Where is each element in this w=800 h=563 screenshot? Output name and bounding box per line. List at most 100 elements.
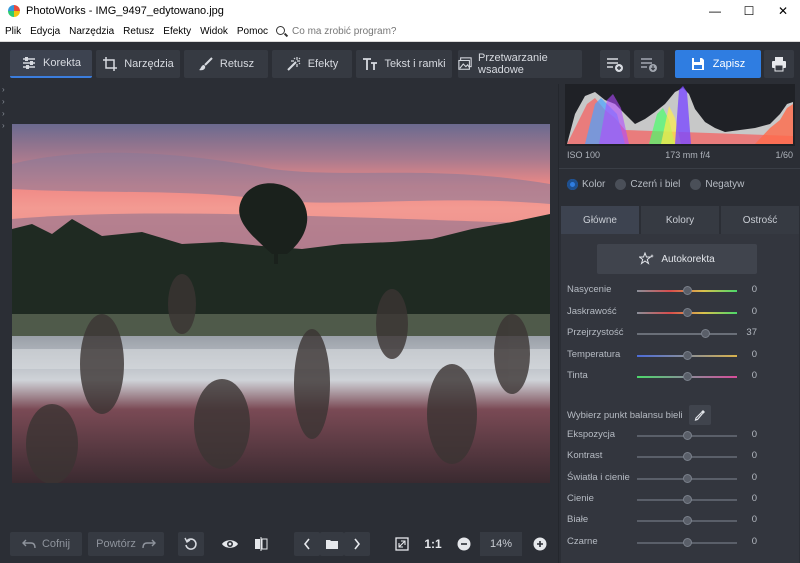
- slider-handle[interactable]: [683, 307, 692, 317]
- mode-kolor-label: Kolor: [582, 179, 606, 190]
- slider-label: Kontrast: [567, 450, 603, 462]
- next-image-button[interactable]: [344, 532, 370, 556]
- slider-handle[interactable]: [683, 372, 692, 381]
- help-search[interactable]: Co ma zrobić program?: [276, 25, 397, 38]
- tab-tekst-i-ramki[interactable]: Tekst i ramki: [356, 50, 452, 78]
- zoom-level[interactable]: 14%: [480, 532, 522, 556]
- plus-circle-icon: [533, 537, 547, 551]
- slider-row: Nasycenie 0: [561, 282, 799, 300]
- batch-processing-label: Przetwarzanie wsadowe: [478, 52, 548, 76]
- folder-icon: [326, 540, 338, 549]
- preview-original-button[interactable]: [216, 532, 244, 556]
- slider-label: Jaskrawość: [567, 305, 617, 317]
- photo-preview: [12, 124, 550, 483]
- previous-image-button[interactable]: [294, 532, 320, 556]
- slider-track[interactable]: [637, 516, 737, 526]
- zoom-out-button[interactable]: [454, 532, 474, 556]
- help-search-input[interactable]: Co ma zrobić program?: [292, 26, 396, 37]
- slider-handle[interactable]: [683, 473, 692, 483]
- slider-value: 0: [751, 370, 757, 381]
- undo-button[interactable]: Cofnij: [10, 532, 82, 556]
- slider-handle[interactable]: [701, 329, 710, 338]
- slider-track[interactable]: [637, 431, 737, 440]
- exif-lens: 173 mm f/4: [665, 150, 711, 160]
- compare-button[interactable]: [248, 532, 274, 556]
- maximize-button[interactable]: ☐: [732, 0, 766, 22]
- slider-value: 37: [746, 327, 757, 338]
- slider-handle[interactable]: [683, 537, 692, 547]
- menu-narzedzia[interactable]: Narzędzia: [65, 26, 118, 37]
- images-icon: [458, 57, 472, 70]
- close-button[interactable]: ✕: [766, 0, 800, 22]
- slider-track[interactable]: [637, 537, 737, 547]
- menu-retusz[interactable]: Retusz: [119, 26, 158, 37]
- redo-button[interactable]: Powtórz: [88, 532, 164, 556]
- slider-value: 0: [751, 429, 757, 440]
- slider-handle[interactable]: [683, 350, 692, 360]
- slider-handle[interactable]: [683, 286, 692, 295]
- slider-label: Nasycenie: [567, 284, 612, 295]
- zoom-in-button[interactable]: [530, 532, 550, 556]
- slider-label: Cienie: [567, 492, 594, 504]
- adjustments-panel: ISO 100 173 mm f/4 1/60 Kolor Czerń i bi…: [558, 84, 800, 563]
- slider-value: 0: [751, 514, 757, 526]
- slider-value: 0: [751, 305, 757, 317]
- menu-plik[interactable]: Plik: [1, 26, 25, 37]
- menu-efekty[interactable]: Efekty: [159, 26, 195, 37]
- title-bar: PhotoWorks - IMG_9497_edytowano.jpg — ☐ …: [0, 0, 800, 22]
- undo-icon: [21, 539, 36, 549]
- add-preset-button[interactable]: [600, 50, 630, 78]
- slider-track[interactable]: [637, 473, 737, 483]
- slider-handle[interactable]: [683, 516, 692, 526]
- menu-edycja[interactable]: Edycja: [26, 26, 64, 37]
- redo-icon: [142, 539, 156, 549]
- fit-to-screen-button[interactable]: [390, 532, 414, 556]
- slider-label: Ekspozycja: [567, 429, 616, 440]
- menu-widok[interactable]: Widok: [196, 26, 232, 37]
- batch-processing-button[interactable]: Przetwarzanie wsadowe: [458, 50, 582, 78]
- tab-narzedzia-label: Narzędzia: [124, 58, 174, 70]
- tab-kolory[interactable]: Kolory: [641, 206, 719, 234]
- save-preset-button[interactable]: [634, 50, 664, 78]
- chevron-right-icon: ›: [2, 109, 5, 118]
- tab-narzedzia[interactable]: Narzędzia: [96, 50, 180, 78]
- zoom-actual-size-button[interactable]: 1:1: [420, 532, 446, 556]
- open-folder-button[interactable]: [320, 532, 344, 556]
- menu-pomoc[interactable]: Pomoc: [233, 26, 272, 37]
- slider-value: 0: [751, 471, 757, 483]
- slider-handle[interactable]: [683, 431, 692, 440]
- divider: [559, 168, 800, 169]
- chevron-right-icon: ›: [2, 85, 5, 94]
- slider-track[interactable]: [637, 350, 737, 360]
- mode-negatyw[interactable]: Negatyw: [690, 179, 744, 190]
- slider-row: Białe 0: [561, 512, 799, 530]
- collapsed-panel-handle[interactable]: › › › ›: [0, 84, 10, 524]
- tab-glowne[interactable]: Główne: [561, 206, 639, 234]
- slider-row: Temperatura 0: [561, 347, 799, 365]
- slider-track[interactable]: [637, 452, 737, 462]
- eyedropper-button[interactable]: [688, 405, 711, 425]
- autocorrect-button[interactable]: Autokorekta: [597, 244, 757, 274]
- reset-button[interactable]: [178, 532, 204, 556]
- minimize-button[interactable]: —: [698, 0, 732, 22]
- tab-efekty[interactable]: Efekty: [272, 50, 352, 78]
- slider-label: Tinta: [567, 370, 588, 381]
- mode-czern-i-biel[interactable]: Czerń i biel: [615, 179, 680, 190]
- tab-korekta[interactable]: Korekta: [10, 50, 92, 78]
- mode-kolor[interactable]: Kolor: [567, 179, 605, 190]
- slider-track[interactable]: [637, 286, 737, 295]
- radio-icon: [690, 179, 702, 190]
- sliders-icon: [23, 57, 36, 69]
- tab-retusz[interactable]: Retusz: [184, 50, 268, 78]
- print-button[interactable]: [764, 50, 794, 78]
- slider-handle[interactable]: [683, 494, 692, 504]
- redo-label: Powtórz: [96, 538, 136, 550]
- slider-track[interactable]: [637, 494, 737, 504]
- slider-track[interactable]: [637, 307, 737, 317]
- slider-track[interactable]: [637, 329, 737, 338]
- save-button[interactable]: Zapisz: [675, 50, 761, 78]
- floppy-disk-icon: [691, 58, 704, 70]
- tab-ostrosc[interactable]: Ostrość: [721, 206, 799, 234]
- slider-handle[interactable]: [683, 452, 692, 462]
- slider-track[interactable]: [637, 372, 737, 381]
